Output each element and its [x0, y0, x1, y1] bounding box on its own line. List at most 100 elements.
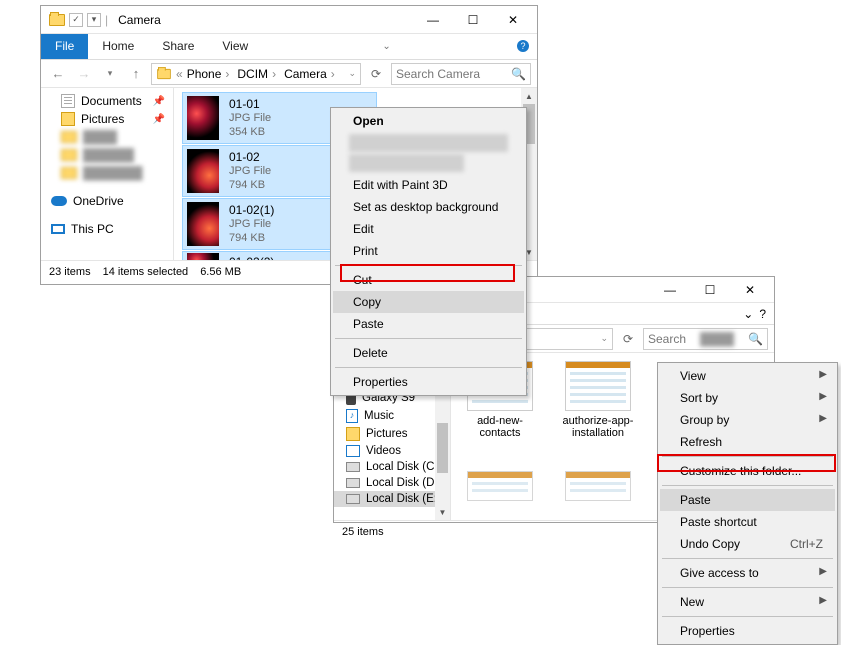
- menu-item-new[interactable]: New▶: [660, 591, 835, 613]
- refresh-button[interactable]: ⟳: [617, 332, 639, 346]
- menu-item-wallpaper[interactable]: Set as desktop background: [333, 196, 524, 218]
- pictures-icon: [346, 427, 360, 441]
- sidebar-item-label: Documents: [81, 94, 142, 108]
- disk-icon: [346, 494, 360, 504]
- file-item[interactable]: [459, 471, 541, 501]
- breadcrumb-camera[interactable]: Camera: [284, 67, 339, 81]
- menu-item-redacted[interactable]: [349, 154, 464, 172]
- menu-item-view[interactable]: View▶: [660, 365, 835, 387]
- menu-item-open[interactable]: Open: [333, 110, 524, 132]
- menu-item-paste-shortcut[interactable]: Paste shortcut: [660, 511, 835, 533]
- sidebar-item-redacted[interactable]: ████: [41, 128, 173, 146]
- tab-share[interactable]: Share: [148, 34, 208, 59]
- qat-dropdown-icon[interactable]: ▾: [87, 13, 101, 27]
- menu-item-paste[interactable]: Paste: [333, 313, 524, 335]
- menu-item-delete[interactable]: Delete: [333, 342, 524, 364]
- sidebar-item-redacted[interactable]: ███████: [41, 164, 173, 182]
- pictures-icon: [61, 112, 75, 126]
- menu-item-edit[interactable]: Edit: [333, 218, 524, 240]
- breadcrumb[interactable]: « Phone DCIM Camera ⌄: [151, 63, 361, 85]
- sidebar-item-label: Local Disk (C:): [366, 461, 441, 473]
- menu-item-properties[interactable]: Properties: [660, 620, 835, 642]
- up-button[interactable]: ↑: [125, 63, 147, 85]
- sidebar-item-diskc[interactable]: Local Disk (C:): [334, 459, 450, 475]
- file-size: 794 KB: [229, 179, 271, 193]
- music-icon: ♪: [346, 409, 358, 423]
- thumbnail: [187, 96, 219, 140]
- scroll-down-icon[interactable]: ▼: [435, 504, 450, 520]
- menu-item-redacted[interactable]: [349, 134, 508, 152]
- search-icon: 🔍: [511, 67, 526, 81]
- chevron-right-icon: ▶: [819, 413, 827, 424]
- help-icon[interactable]: ?: [517, 40, 529, 52]
- breadcrumb-phone[interactable]: Phone: [187, 67, 234, 81]
- qat-checkbox-icon[interactable]: ✓: [69, 13, 83, 27]
- onedrive-icon: [51, 196, 67, 206]
- menu-item-properties[interactable]: Properties: [333, 371, 524, 393]
- menu-item-cut[interactable]: Cut: [333, 269, 524, 291]
- menu-item-copy[interactable]: Copy: [333, 291, 524, 313]
- thumbnail: [187, 253, 219, 260]
- menu-separator: [662, 456, 833, 457]
- titlebar[interactable]: ✓ ▾ | Camera — ☐ ✕: [41, 6, 537, 34]
- sidebar-item-redacted[interactable]: ██████: [41, 146, 173, 164]
- search-input[interactable]: Search ████ 🔍: [643, 328, 768, 350]
- recent-locations-button[interactable]: ▾: [99, 63, 121, 85]
- sidebar-item-pictures[interactable]: Pictures 📌: [41, 110, 173, 128]
- breadcrumb-prefix: «: [176, 67, 183, 81]
- file-type: JPG File: [229, 112, 271, 126]
- sidebar-item-onedrive[interactable]: OneDrive: [41, 192, 173, 210]
- help-icon[interactable]: ?: [759, 307, 766, 321]
- maximize-button[interactable]: ☐: [453, 7, 493, 33]
- back-button[interactable]: ←: [47, 63, 69, 85]
- sidebar-item-pictures[interactable]: Pictures: [334, 425, 450, 443]
- refresh-button[interactable]: ⟳: [365, 67, 387, 81]
- address-bar: ← → ▾ ↑ « Phone DCIM Camera ⌄ ⟳ Search C…: [41, 60, 537, 88]
- tab-view[interactable]: View: [208, 34, 262, 59]
- thumbnail: [187, 202, 219, 246]
- sidebar-item-label: This PC: [71, 222, 114, 236]
- minimize-button[interactable]: —: [650, 277, 690, 303]
- sidebar-item-thispc[interactable]: This PC: [41, 220, 173, 238]
- menu-item-sortby[interactable]: Sort by▶: [660, 387, 835, 409]
- file-item[interactable]: authorize-app-installation: [557, 361, 639, 439]
- ribbon-tabs: File Home Share View ⌄ ?: [41, 34, 537, 60]
- folder-icon: [157, 68, 171, 78]
- menu-item-refresh[interactable]: Refresh: [660, 431, 835, 453]
- ribbon-collapse-icon[interactable]: ⌄: [382, 41, 390, 52]
- sidebar-item-music[interactable]: ♪Music: [334, 407, 450, 425]
- menu-item-print[interactable]: Print: [333, 240, 524, 262]
- search-input[interactable]: Search Camera 🔍: [391, 63, 531, 85]
- maximize-button[interactable]: ☐: [690, 277, 730, 303]
- sidebar-item-diske[interactable]: Local Disk (E:): [334, 491, 450, 507]
- breadcrumb-dcim[interactable]: DCIM: [237, 67, 280, 81]
- file-item[interactable]: [557, 471, 639, 501]
- close-button[interactable]: ✕: [493, 7, 533, 33]
- tab-file[interactable]: File: [41, 34, 88, 59]
- menu-separator: [662, 558, 833, 559]
- sidebar-item-videos[interactable]: Videos: [334, 443, 450, 459]
- menu-item-customize[interactable]: Customize this folder...: [660, 460, 835, 482]
- scroll-up-icon[interactable]: ▲: [521, 88, 537, 104]
- sidebar-item-diskd[interactable]: Local Disk (D:): [334, 475, 450, 491]
- scroll-thumb[interactable]: [437, 423, 448, 473]
- close-button[interactable]: ✕: [730, 277, 770, 303]
- forward-button[interactable]: →: [73, 63, 95, 85]
- ribbon-collapse-icon[interactable]: ⌄: [743, 307, 753, 321]
- status-items: 23 items: [49, 266, 91, 278]
- menu-separator: [335, 367, 522, 368]
- context-menu-file: Open Edit with Paint 3D Set as desktop b…: [330, 107, 527, 396]
- tab-home[interactable]: Home: [88, 34, 148, 59]
- menu-item-undo[interactable]: Undo CopyCtrl+Z: [660, 533, 835, 555]
- thumbnail: [565, 471, 631, 501]
- menu-item-groupby[interactable]: Group by▶: [660, 409, 835, 431]
- menu-item-paint3d[interactable]: Edit with Paint 3D: [333, 174, 524, 196]
- sidebar-item-documents[interactable]: Documents 📌: [41, 92, 173, 110]
- menu-item-give-access[interactable]: Give access to▶: [660, 562, 835, 584]
- window-title: Camera: [118, 13, 161, 27]
- minimize-button[interactable]: —: [413, 7, 453, 33]
- sidebar-item-label: Pictures: [366, 428, 408, 440]
- chevron-right-icon: ▶: [819, 566, 827, 577]
- menu-item-paste[interactable]: Paste: [660, 489, 835, 511]
- menu-separator: [335, 265, 522, 266]
